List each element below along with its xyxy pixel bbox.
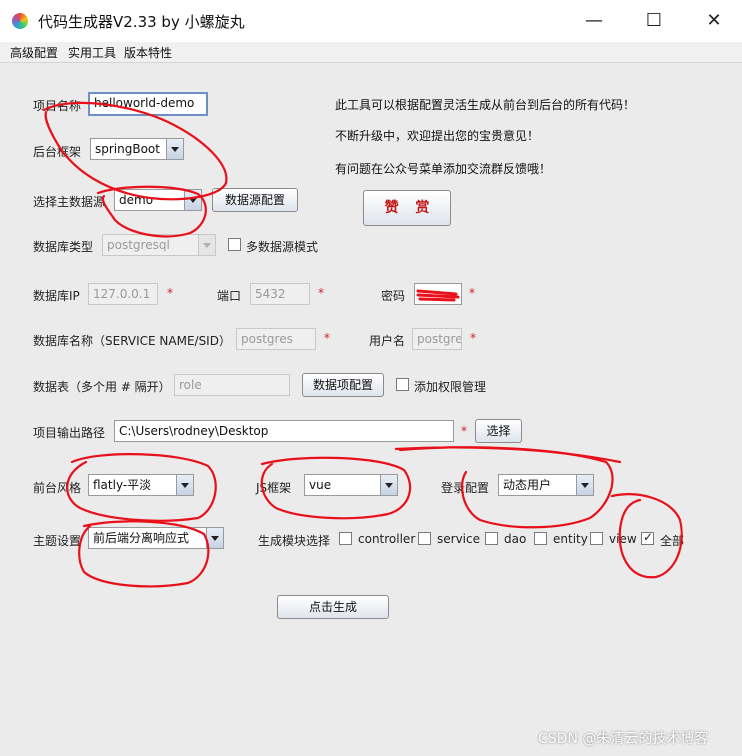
frontend-style-label: 前台风格 bbox=[33, 481, 82, 495]
required-mark: * bbox=[318, 286, 324, 300]
multi-datasource-label: 多数据源模式 bbox=[246, 240, 319, 254]
project-name-input[interactable]: helloworld-demo bbox=[88, 92, 208, 116]
module-controller-label: controller bbox=[358, 532, 416, 546]
db-ip-label: 数据库IP bbox=[33, 289, 80, 303]
module-service-checkbox[interactable] bbox=[418, 532, 431, 545]
datasource-config-button[interactable]: 数据源配置 bbox=[212, 188, 298, 212]
required-mark: * bbox=[324, 331, 330, 345]
login-config-value: 动态用户 bbox=[503, 478, 552, 492]
chevron-down-icon bbox=[176, 475, 193, 495]
tables-label: 数据表（多个用 # 隔开） bbox=[33, 380, 171, 394]
username-label: 用户名 bbox=[369, 334, 406, 348]
chevron-down-icon bbox=[206, 528, 223, 548]
menu-bar: 高级配置 实用工具 版本特性 bbox=[0, 42, 742, 63]
module-service-label: service bbox=[437, 532, 480, 546]
title-bar: 代码生成器V2.33 by 小螺旋丸 — ☐ ✕ bbox=[0, 0, 742, 42]
required-mark: * bbox=[461, 424, 467, 438]
username-input[interactable]: postgres bbox=[412, 328, 462, 350]
theme-value: 前后端分离响应式 bbox=[93, 531, 190, 545]
chevron-down-icon bbox=[198, 235, 215, 255]
theme-label: 主题设置 bbox=[33, 534, 82, 548]
window-title: 代码生成器V2.33 by 小螺旋丸 bbox=[38, 13, 245, 31]
multi-datasource-checkbox[interactable] bbox=[228, 238, 241, 251]
module-entity-checkbox[interactable] bbox=[534, 532, 547, 545]
chevron-down-icon bbox=[576, 475, 593, 495]
maximize-button[interactable]: ☐ bbox=[630, 0, 678, 42]
backend-framework-label: 后台框架 bbox=[33, 145, 82, 159]
required-mark: * bbox=[167, 286, 173, 300]
menu-advanced-config[interactable]: 高级配置 bbox=[10, 44, 58, 61]
menu-utilities[interactable]: 实用工具 bbox=[68, 44, 116, 61]
main-datasource-select[interactable]: demo bbox=[114, 189, 202, 211]
db-name-input[interactable]: postgres bbox=[236, 328, 316, 350]
info-line: 此工具可以根据配置灵活生成从前台到后台的所有代码！ bbox=[335, 98, 636, 112]
db-type-value: postgresql bbox=[107, 238, 170, 252]
module-all-checkbox[interactable] bbox=[641, 530, 654, 545]
info-line: 不断升级中，欢迎提出您的宝贵意见！ bbox=[335, 129, 540, 143]
csdn-watermark: CSDN @朱清云的技术博客 bbox=[538, 731, 709, 747]
chevron-down-icon bbox=[184, 190, 201, 210]
db-ip-input[interactable]: 127.0.0.1 bbox=[88, 283, 158, 305]
module-view-label: view bbox=[609, 532, 637, 546]
permission-checkbox[interactable] bbox=[396, 378, 409, 391]
backend-framework-select[interactable]: springBoot bbox=[90, 138, 184, 160]
module-dao-checkbox[interactable] bbox=[485, 532, 498, 545]
menu-version-features[interactable]: 版本特性 bbox=[124, 44, 172, 61]
backend-framework-value: springBoot bbox=[95, 142, 160, 156]
info-line: 有问题在公众号菜单添加交流群反馈哦！ bbox=[335, 162, 552, 176]
login-config-label: 登录配置 bbox=[441, 481, 490, 495]
chevron-down-icon bbox=[380, 475, 397, 495]
password-label: 密码 bbox=[381, 289, 406, 303]
theme-select[interactable]: 前后端分离响应式 bbox=[88, 527, 224, 549]
close-button[interactable]: ✕ bbox=[690, 0, 738, 42]
main-datasource-label: 选择主数据源 bbox=[33, 195, 106, 209]
port-input[interactable]: 5432 bbox=[250, 283, 310, 305]
frontend-style-select[interactable]: flatly-平淡 bbox=[88, 474, 194, 496]
generate-button[interactable]: 点击生成 bbox=[277, 595, 389, 619]
tables-input[interactable]: role bbox=[174, 374, 290, 396]
password-input[interactable] bbox=[414, 283, 462, 305]
reward-button[interactable]: 赞 赏 bbox=[363, 190, 451, 226]
choose-path-button[interactable]: 选择 bbox=[475, 419, 522, 443]
db-type-select[interactable]: postgresql bbox=[102, 234, 216, 256]
js-framework-value: vue bbox=[309, 478, 332, 492]
js-framework-select[interactable]: vue bbox=[304, 474, 398, 496]
project-name-label: 项目名称 bbox=[33, 99, 82, 113]
module-dao-label: dao bbox=[504, 532, 527, 546]
module-controller-checkbox[interactable] bbox=[339, 532, 352, 545]
module-view-checkbox[interactable] bbox=[590, 532, 603, 545]
app-icon bbox=[12, 13, 28, 29]
required-mark: * bbox=[470, 331, 476, 345]
db-name-label: 数据库名称（SERVICE NAME/SID） bbox=[33, 334, 231, 348]
chevron-down-icon bbox=[166, 139, 183, 159]
required-mark: * bbox=[469, 286, 475, 300]
modules-label: 生成模块选择 bbox=[258, 534, 331, 548]
output-path-input[interactable]: C:\Users\rodney\Desktop bbox=[114, 420, 454, 442]
module-all-label: 全部 bbox=[660, 534, 685, 548]
permission-label: 添加权限管理 bbox=[414, 380, 487, 394]
module-entity-label: entity bbox=[553, 532, 588, 546]
output-path-label: 项目输出路径 bbox=[33, 426, 106, 440]
minimize-button[interactable]: — bbox=[570, 0, 618, 42]
js-framework-label: JS框架 bbox=[256, 481, 292, 495]
frontend-style-value: flatly-平淡 bbox=[93, 478, 152, 492]
login-config-select[interactable]: 动态用户 bbox=[498, 474, 594, 496]
main-datasource-value: demo bbox=[119, 193, 154, 207]
data-item-config-button[interactable]: 数据项配置 bbox=[302, 373, 384, 397]
port-label: 端口 bbox=[217, 289, 242, 303]
db-type-label: 数据库类型 bbox=[33, 240, 94, 254]
